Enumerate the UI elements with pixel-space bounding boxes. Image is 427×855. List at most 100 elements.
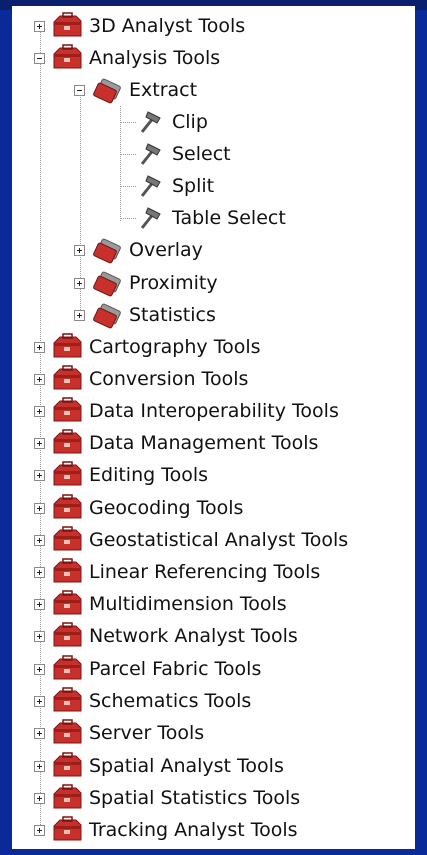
tree-item-conversion-tools[interactable]: Conversion Tools [34,363,248,395]
tree-item-split[interactable]: Split [134,170,214,202]
tree-item-label: Geostatistical Analyst Tools [89,529,349,551]
tree-item-label: Multidimension Tools [89,593,287,615]
tree-item-multidimension-tools[interactable]: Multidimension Tools [34,588,287,620]
plus-icon[interactable] [34,630,45,642]
window-frame: 3D Analyst Tools Analysis Tools Extract … [0,0,427,855]
tree-item-label: Parcel Fabric Tools [89,658,262,680]
tree-item-label: Clip [172,111,208,133]
tree-item-editing-tools[interactable]: Editing Tools [34,459,208,491]
toolbox-icon [51,12,83,40]
tree-item-tracking-analyst-tools[interactable]: Tracking Analyst Tools [34,814,298,846]
plus-icon[interactable] [34,566,45,578]
tree-item-data-interoperability-tools[interactable]: Data Interoperability Tools [34,395,339,427]
tree-item-analysis-tools[interactable]: Analysis Tools [34,42,220,74]
toolbox-icon [51,558,83,586]
tree-item-statistics[interactable]: Statistics [74,299,216,331]
plus-icon[interactable] [34,824,45,836]
tree-item-label: Select [172,143,231,165]
tree-item-label: Proximity [129,272,218,294]
toolbox-icon [51,365,83,393]
tree-item-geocoding-tools[interactable]: Geocoding Tools [34,492,243,524]
tree-item-label: 3D Analyst Tools [89,15,246,37]
plus-icon[interactable] [74,309,85,321]
toolset-icon [91,269,123,297]
tree-item-parcel-fabric-tools[interactable]: Parcel Fabric Tools [34,653,261,685]
tree-item-server-tools[interactable]: Server Tools [34,717,204,749]
plus-icon[interactable] [34,663,45,675]
minus-icon[interactable] [34,52,45,64]
toolbox-icon [51,429,83,457]
plus-icon[interactable] [34,534,45,546]
tree-item-label: Server Tools [89,722,205,744]
tree-item-label: Geocoding Tools [89,497,244,519]
plus-icon[interactable] [34,502,45,514]
plus-icon[interactable] [34,760,45,772]
tree-item-schematics-tools[interactable]: Schematics Tools [34,685,251,717]
plus-icon[interactable] [74,244,85,256]
toolset-icon [91,76,123,104]
tree-item-geostatistical-analyst-tools[interactable]: Geostatistical Analyst Tools [34,524,348,556]
toolbox-icon [51,719,83,747]
tree-item-label: Extract [129,79,198,101]
tree-item-spatial-statistics-tools[interactable]: Spatial Statistics Tools [34,782,300,814]
hammer-icon [134,204,166,232]
hammer-icon [134,172,166,200]
plus-icon[interactable] [34,695,45,707]
plus-icon[interactable] [34,437,45,449]
tree-item-label: Table Select [172,207,286,229]
tree-item-data-management-tools[interactable]: Data Management Tools [34,427,318,459]
hammer-icon [134,140,166,168]
tree-item-network-analyst-tools[interactable]: Network Analyst Tools [34,620,298,652]
tree-item-extract[interactable]: Extract [74,74,197,106]
toolbox-icon [51,397,83,425]
extract-connector [120,106,121,221]
plus-icon[interactable] [34,341,45,353]
plus-icon[interactable] [34,20,45,32]
tree-item-select[interactable]: Select [134,138,231,170]
toolbox-icon [51,784,83,812]
tree-item-linear-referencing-tools[interactable]: Linear Referencing Tools [34,556,320,588]
toolbox-icon [51,526,83,554]
tree-item-overlay[interactable]: Overlay [74,234,203,266]
tree-item-table-select[interactable]: Table Select [134,202,286,234]
toolbox-icon [51,816,83,844]
plus-icon[interactable] [34,405,45,417]
minus-icon[interactable] [74,84,85,96]
tree-item-label: Network Analyst Tools [89,625,298,647]
tree-item-label: Editing Tools [89,464,209,486]
tree-item-clip[interactable]: Clip [134,106,208,138]
toolset-icon [91,236,123,264]
plus-icon[interactable] [34,598,45,610]
tree-item-cartography-tools[interactable]: Cartography Tools [34,331,261,363]
tree-item-label: Spatial Statistics Tools [89,787,301,809]
plus-icon[interactable] [74,277,85,289]
toolbox-icon [51,461,83,489]
tree-item-3d-analyst-tools[interactable]: 3D Analyst Tools [34,10,245,42]
plus-icon[interactable] [34,469,45,481]
tree-item-proximity[interactable]: Proximity [74,267,218,299]
tree-item-label: Linear Referencing Tools [89,561,321,583]
tree-item-label: Conversion Tools [89,368,249,390]
tree-item-label: Spatial Analyst Tools [89,755,284,777]
toolbox-icon [51,44,83,72]
tree-item-label: Statistics [129,304,216,326]
toolbox-icon [51,622,83,650]
toolset-icon [91,301,123,329]
tree-item-spatial-analyst-tools[interactable]: Spatial Analyst Tools [34,750,284,782]
toolbox-icon [51,752,83,780]
tree-item-label: Analysis Tools [89,47,221,69]
tree-item-label: Cartography Tools [89,336,261,358]
tree-item-label: Tracking Analyst Tools [89,819,298,841]
hammer-icon [134,108,166,136]
plus-icon[interactable] [34,727,45,739]
tree-item-label: Data Interoperability Tools [89,400,339,422]
toolbox-tree[interactable]: 3D Analyst Tools Analysis Tools Extract … [12,6,415,849]
tree-item-label: Schematics Tools [89,690,252,712]
toolbox-icon [51,590,83,618]
plus-icon[interactable] [34,792,45,804]
toolbox-icon [51,494,83,522]
plus-icon[interactable] [34,373,45,385]
toolbox-icon [51,687,83,715]
tree-item-label: Overlay [129,239,203,261]
tree-item-label: Data Management Tools [89,432,319,454]
